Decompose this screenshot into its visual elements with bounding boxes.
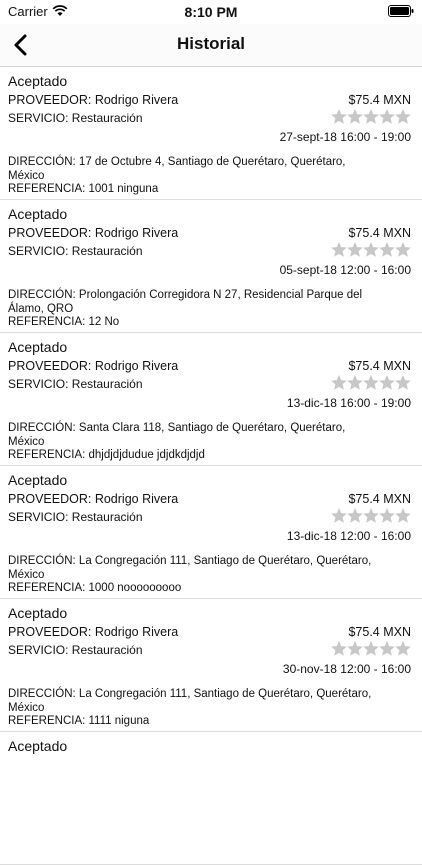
address-label: DIRECCIÓN: La Congregación 111, Santiago… bbox=[8, 688, 372, 714]
rating-stars[interactable] bbox=[330, 241, 412, 259]
history-list-item[interactable]: Aceptado bbox=[0, 732, 422, 865]
history-list-item[interactable]: Aceptado PROVEEDOR: Rodrigo Rivera $75.4 M… bbox=[0, 333, 422, 466]
address-block: DIRECCIÓN: Santa Clara 118, Santiago de … bbox=[8, 422, 378, 463]
rating-stars[interactable] bbox=[330, 640, 412, 658]
service-label: SERVICIO: Restauración bbox=[8, 111, 143, 125]
reference-label: REFERENCIA: dhjdjdjdudue jdjdkdjdjd bbox=[8, 449, 205, 461]
price-label: $75.4 MXN bbox=[348, 359, 411, 373]
star-icon[interactable] bbox=[363, 641, 379, 656]
star-icon[interactable] bbox=[363, 508, 379, 523]
star-icon[interactable] bbox=[331, 508, 347, 523]
status-label: Aceptado bbox=[8, 738, 68, 754]
price-label: $75.4 MXN bbox=[348, 226, 411, 240]
status-label: Aceptado bbox=[8, 605, 68, 621]
provider-label: PROVEEDOR: Rodrigo Rivera bbox=[8, 625, 179, 639]
star-icon[interactable] bbox=[379, 109, 395, 124]
datetime-label: 05-sept-18 12:00 - 16:00 bbox=[279, 263, 411, 277]
reference-label: REFERENCIA: 1001 ninguna bbox=[8, 183, 159, 195]
service-label: SERVICIO: Restauración bbox=[8, 244, 143, 258]
history-list-item[interactable]: Aceptado PROVEEDOR: Rodrigo Rivera $75.4 M… bbox=[0, 466, 422, 599]
star-icon[interactable] bbox=[379, 641, 395, 656]
address-label: DIRECCIÓN: Santa Clara 118, Santiago de … bbox=[8, 422, 346, 448]
star-icon[interactable] bbox=[347, 508, 363, 523]
price-label: $75.4 MXN bbox=[348, 492, 411, 506]
provider-label: PROVEEDOR: Rodrigo Rivera bbox=[8, 492, 179, 506]
provider-label: PROVEEDOR: Rodrigo Rivera bbox=[8, 226, 179, 240]
reference-label: REFERENCIA: 1000 nooooooooo bbox=[8, 582, 182, 594]
star-icon[interactable] bbox=[363, 375, 379, 390]
star-icon[interactable] bbox=[347, 109, 363, 124]
star-icon[interactable] bbox=[363, 242, 379, 257]
star-icon[interactable] bbox=[363, 109, 379, 124]
address-block: DIRECCIÓN: La Congregación 111, Santiago… bbox=[8, 555, 378, 596]
star-icon[interactable] bbox=[331, 109, 347, 124]
star-icon[interactable] bbox=[331, 375, 347, 390]
rating-stars[interactable] bbox=[330, 374, 412, 392]
history-list: Aceptado PROVEEDOR: Rodrigo Rivera $75.4 M… bbox=[0, 67, 422, 865]
star-icon[interactable] bbox=[395, 109, 411, 124]
address-label: DIRECCIÓN: Prolongación Corregidora N 27… bbox=[8, 289, 363, 315]
datetime-label: 30-nov-18 12:00 - 16:00 bbox=[282, 662, 411, 676]
battery-icon bbox=[388, 5, 414, 17]
price-label: $75.4 MXN bbox=[348, 625, 411, 639]
star-icon[interactable] bbox=[331, 242, 347, 257]
address-label: DIRECCIÓN: La Congregación 111, Santiago… bbox=[8, 555, 372, 581]
provider-label: PROVEEDOR: Rodrigo Rivera bbox=[8, 93, 179, 107]
navigation-bar: Historial bbox=[0, 24, 422, 67]
status-label: Aceptado bbox=[8, 73, 68, 89]
status-label: Aceptado bbox=[8, 472, 68, 488]
status-time: 8:10 PM bbox=[184, 4, 238, 20]
star-icon[interactable] bbox=[331, 641, 347, 656]
service-label: SERVICIO: Restauración bbox=[8, 377, 143, 391]
star-icon[interactable] bbox=[379, 375, 395, 390]
address-label: DIRECCIÓN: 17 de Octubre 4, Santiago de … bbox=[8, 156, 346, 182]
status-bar: Carrier 8:10 PM bbox=[0, 0, 422, 24]
star-icon[interactable] bbox=[395, 641, 411, 656]
service-label: SERVICIO: Restauración bbox=[8, 510, 143, 524]
star-icon[interactable] bbox=[395, 242, 411, 257]
star-icon[interactable] bbox=[347, 242, 363, 257]
history-list-item[interactable]: Aceptado PROVEEDOR: Rodrigo Rivera $75.4 M… bbox=[0, 599, 422, 732]
price-label: $75.4 MXN bbox=[348, 93, 411, 107]
star-icon[interactable] bbox=[379, 508, 395, 523]
status-label: Aceptado bbox=[8, 339, 68, 355]
address-block: DIRECCIÓN: 17 de Octubre 4, Santiago de … bbox=[8, 156, 378, 197]
history-list-item[interactable]: Aceptado PROVEEDOR: Rodrigo Rivera $75.4 M… bbox=[0, 67, 422, 200]
reference-label: REFERENCIA: 12 No bbox=[8, 316, 120, 328]
address-block: DIRECCIÓN: Prolongación Corregidora N 27… bbox=[8, 289, 378, 330]
reference-label: REFERENCIA: 1111 niguna bbox=[8, 715, 150, 727]
star-icon[interactable] bbox=[395, 375, 411, 390]
page-title: Historial bbox=[176, 34, 246, 53]
service-label: SERVICIO: Restauración bbox=[8, 643, 143, 657]
star-icon[interactable] bbox=[347, 375, 363, 390]
rating-stars[interactable] bbox=[330, 507, 412, 525]
star-icon[interactable] bbox=[379, 242, 395, 257]
provider-label: PROVEEDOR: Rodrigo Rivera bbox=[8, 359, 179, 373]
datetime-label: 13-dic-18 16:00 - 19:00 bbox=[286, 396, 411, 410]
address-block: DIRECCIÓN: La Congregación 111, Santiago… bbox=[8, 688, 378, 729]
star-icon[interactable] bbox=[395, 508, 411, 523]
history-list-item[interactable]: Aceptado PROVEEDOR: Rodrigo Rivera $75.4 M… bbox=[0, 200, 422, 333]
rating-stars[interactable] bbox=[330, 108, 412, 126]
datetime-label: 13-dic-18 12:00 - 16:00 bbox=[286, 529, 411, 543]
datetime-label: 27-sept-18 16:00 - 19:00 bbox=[279, 130, 411, 144]
star-icon[interactable] bbox=[347, 641, 363, 656]
status-label: Aceptado bbox=[8, 206, 68, 222]
